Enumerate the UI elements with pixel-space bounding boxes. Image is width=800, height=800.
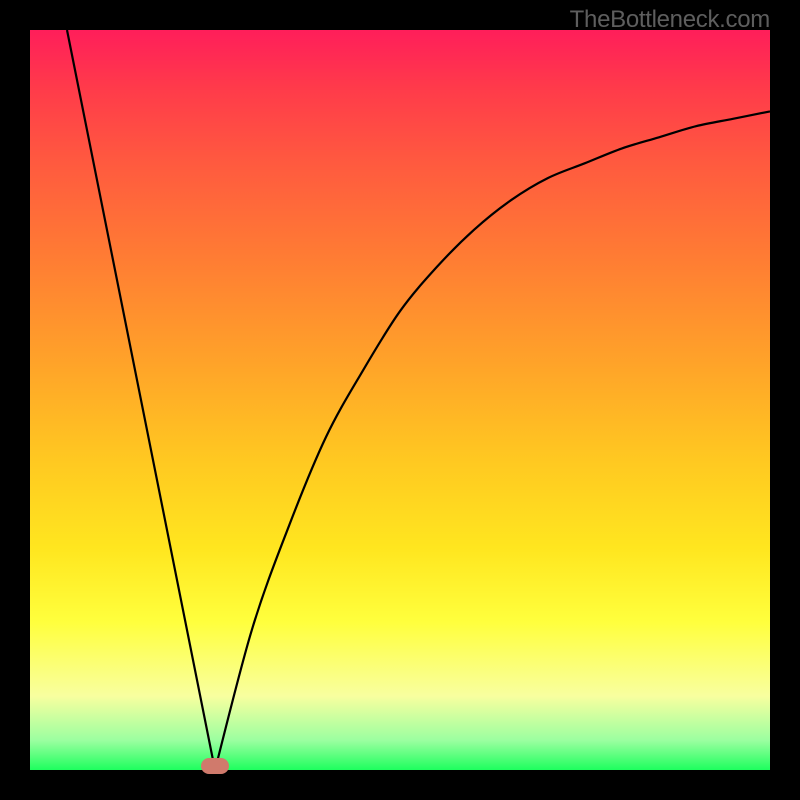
chart-frame: TheBottleneck.com (0, 0, 800, 800)
curve-layer (30, 30, 770, 770)
optimum-marker (201, 758, 229, 774)
plot-area (30, 30, 770, 770)
curve-path (67, 30, 770, 770)
